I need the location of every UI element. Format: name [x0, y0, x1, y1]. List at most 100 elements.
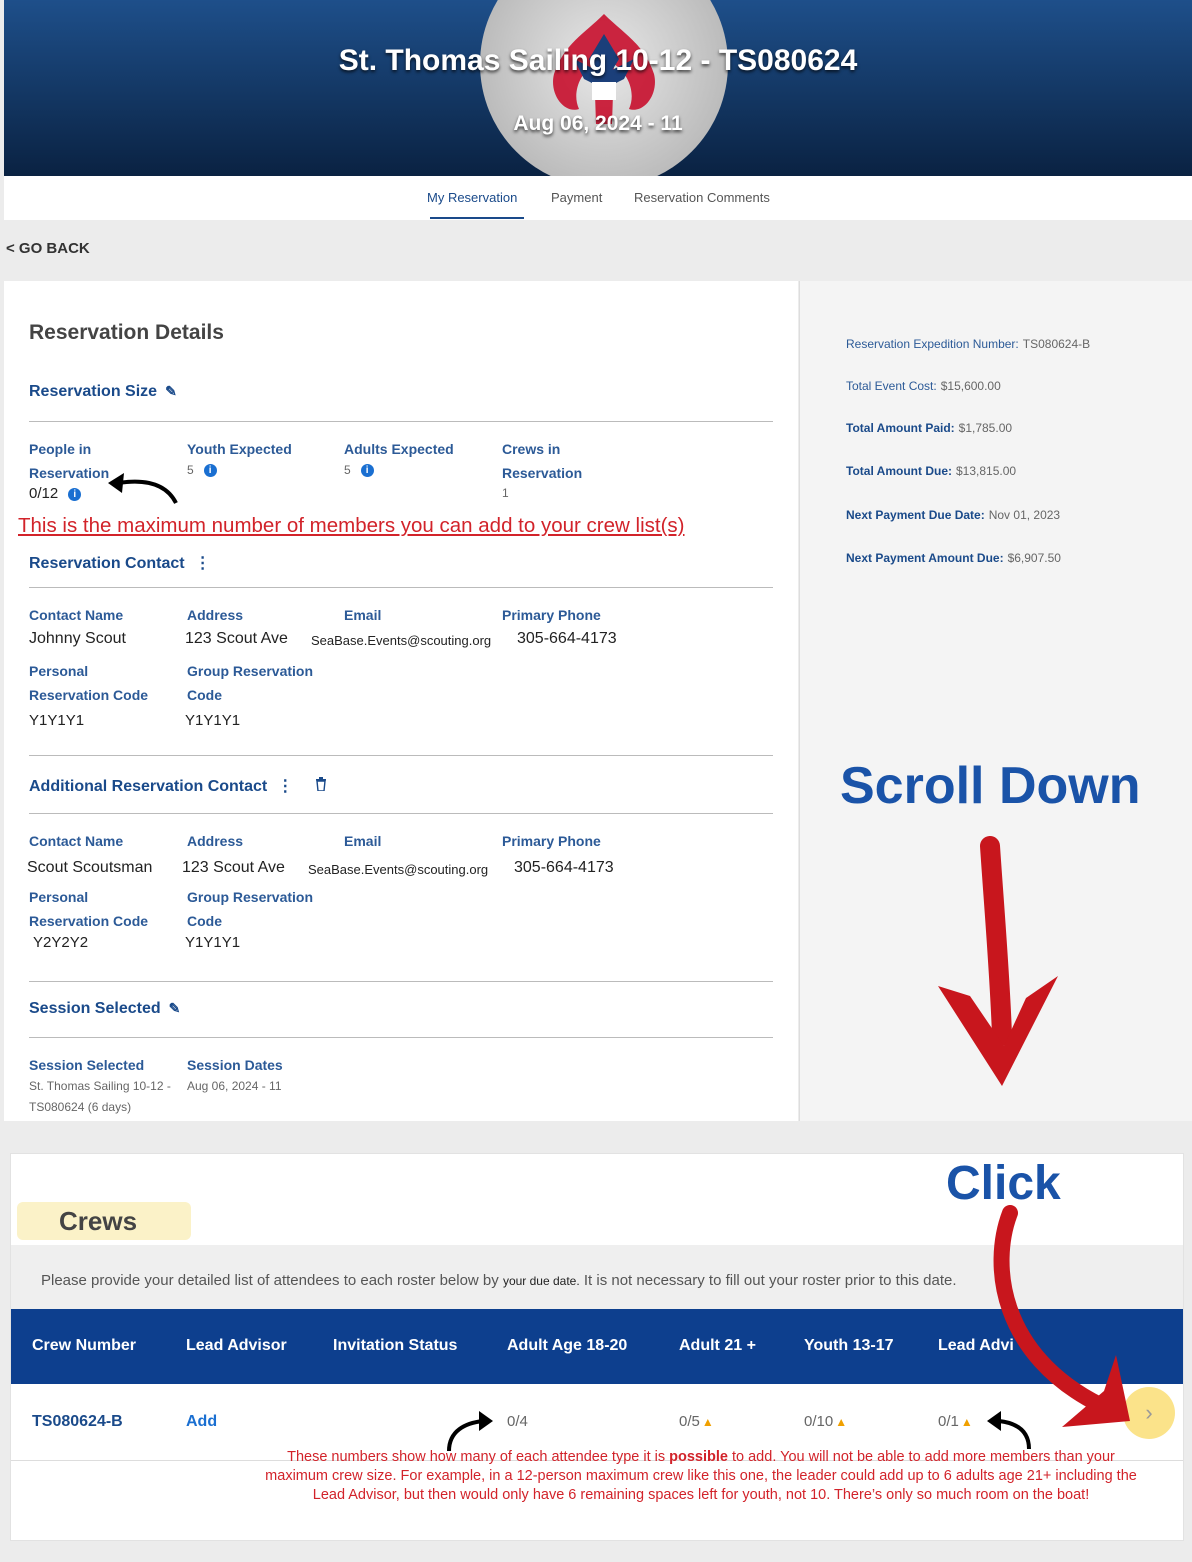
- youth-count: 0/10 ▲: [804, 1413, 847, 1430]
- edit-pencil-icon[interactable]: ✎: [169, 1000, 181, 1017]
- email-label: Email: [344, 607, 382, 623]
- red-curved-arrow-icon: [993, 1205, 1130, 1427]
- primary-phone-value: 305-664-4173: [517, 630, 617, 647]
- additional-contact-label: Additional Reservation Contact: [29, 778, 268, 795]
- address-label: Address: [187, 833, 244, 849]
- primary-phone-value: 305-664-4173: [514, 859, 614, 876]
- expedition-number: Reservation Expedition Number: TS080624-B: [846, 337, 1090, 351]
- next-payment-date-label: Next Payment Due Date:: [846, 508, 985, 522]
- contact-name-value: Johnny Scout: [29, 630, 126, 647]
- address-label: Address: [187, 607, 244, 623]
- additional-contact-heading: Additional Reservation Contact ⋮: [29, 776, 327, 796]
- primary-phone-label: Primary Phone: [502, 607, 601, 623]
- divider: [29, 813, 773, 814]
- personal-code-value: Y1Y1Y1: [29, 712, 85, 729]
- crews-note-part1: Please provide your detailed list of att…: [41, 1272, 499, 1289]
- contact-name-value: Scout Scoutsman: [27, 859, 153, 876]
- divider: [29, 421, 773, 422]
- total-event-cost-value: $15,600.00: [940, 379, 1001, 393]
- adults-expected-label: Adults Expected: [344, 441, 454, 457]
- more-options-icon[interactable]: ⋮: [195, 553, 211, 573]
- crew-size-annotation: These numbers show how many of each atte…: [261, 1448, 1141, 1505]
- expedition-number-value: TS080624-B: [1022, 337, 1091, 351]
- adults-count: 5: [344, 463, 351, 477]
- adult-21-value: 0/5: [679, 1413, 700, 1430]
- red-down-arrow-icon: [938, 836, 1058, 1086]
- total-amount-due-label: Total Amount Due:: [846, 464, 952, 478]
- contact-name-label: Contact Name: [29, 833, 124, 849]
- group-code-value: Y1Y1Y1: [185, 934, 241, 951]
- reservation-details-title: Reservation Details: [29, 321, 224, 344]
- divider: [29, 587, 773, 588]
- crews-note-part2: It is not necessary to fill out your ros…: [583, 1272, 957, 1289]
- total-amount-due: Total Amount Due: $13,815.00: [846, 464, 1016, 478]
- group-code-value: Y1Y1Y1: [185, 712, 241, 729]
- total-amount-paid-value: $1,785.00: [958, 421, 1013, 435]
- curved-arrow-icon: [108, 473, 178, 504]
- tab-bar: My Reservation Payment Reservation Comme…: [4, 176, 1192, 220]
- email-label: Email: [344, 833, 382, 849]
- reservation-contact-heading: Reservation Contact ⋮: [29, 553, 211, 573]
- next-payment-amount: Next Payment Amount Due: $6,907.50: [846, 551, 1061, 565]
- info-icon[interactable]: i: [203, 464, 217, 478]
- youth-count: 5: [187, 463, 194, 477]
- crews-note-due: your due date.: [502, 1274, 580, 1288]
- more-options-icon[interactable]: ⋮: [277, 776, 293, 796]
- people-count: 0/12: [29, 485, 59, 502]
- go-back-link[interactable]: < GO BACK: [6, 240, 90, 257]
- tab-reservation-comments[interactable]: Reservation Comments: [634, 190, 770, 205]
- adult-18-20-count: 0/4: [507, 1413, 528, 1430]
- reservation-details-panel: Reservation Details Reservation Size ✎ Pe…: [4, 281, 798, 1121]
- total-event-cost-label: Total Event Cost:: [846, 379, 937, 393]
- col-crew-number: Crew Number: [32, 1337, 137, 1354]
- group-code-label: Group Reservation Code: [187, 889, 314, 929]
- info-icon[interactable]: i: [68, 487, 82, 501]
- next-payment-date-value: Nov 01, 2023: [988, 508, 1061, 522]
- add-lead-advisor-link[interactable]: Add: [186, 1413, 217, 1431]
- primary-phone-label: Primary Phone: [502, 833, 601, 849]
- personal-code-label: Personal Reservation Code: [29, 663, 149, 703]
- reservation-contact-label: Reservation Contact: [29, 555, 185, 572]
- info-icon[interactable]: i: [360, 464, 374, 478]
- event-banner: St. Thomas Sailing 10-12 - TS080624 Aug …: [4, 0, 1192, 176]
- session-selected-label: Session Selected: [29, 1000, 161, 1017]
- total-amount-paid: Total Amount Paid: $1,785.00: [846, 421, 1012, 435]
- tab-my-reservation[interactable]: My Reservation: [427, 190, 517, 205]
- email-value: SeaBase.Events@scouting.org: [311, 633, 492, 648]
- crew-number-link[interactable]: TS080624-B: [32, 1413, 123, 1431]
- next-payment-amount-label: Next Payment Amount Due:: [846, 551, 1004, 565]
- tab-payment[interactable]: Payment: [551, 190, 602, 205]
- col-adult-18-20: Adult Age 18-20: [507, 1337, 628, 1354]
- next-payment-date: Next Payment Due Date: Nov 01, 2023: [846, 508, 1060, 522]
- reservation-size-label: Reservation Size: [29, 383, 158, 400]
- crews-in-reservation-value: 1: [502, 486, 509, 500]
- crews-title: Crews: [17, 1202, 191, 1240]
- divider: [29, 755, 773, 756]
- next-payment-amount-value: $6,907.50: [1007, 551, 1061, 565]
- session-selected-value: St. Thomas Sailing 10-12 - TS080624 (6 d…: [29, 1079, 171, 1114]
- warning-icon: ▲: [701, 1415, 714, 1429]
- youth-expected-value: 5i: [187, 460, 217, 481]
- scroll-down-annotation: Scroll Down: [840, 757, 1141, 815]
- reservation-size-heading: Reservation Size ✎: [29, 383, 177, 401]
- click-annotation: Click: [946, 1157, 1061, 1210]
- active-tab-indicator: [430, 217, 524, 219]
- warning-icon: ▲: [960, 1415, 973, 1429]
- address-value: 123 Scout Ave: [182, 859, 285, 876]
- people-in-reservation-value: 0/12 i: [29, 485, 82, 502]
- event-dates: Aug 06, 2024 - 11: [513, 112, 683, 135]
- edit-pencil-icon[interactable]: ✎: [165, 383, 177, 400]
- divider: [29, 981, 773, 982]
- col-invitation-status: Invitation Status: [333, 1337, 458, 1354]
- youth-value: 0/10: [804, 1413, 834, 1430]
- warning-icon: ▲: [835, 1415, 848, 1429]
- session-selected-field-label: Session Selected: [29, 1057, 145, 1073]
- crews-note: Please provide your detailed list of att…: [41, 1272, 957, 1289]
- lead-advisor-value: 0/1: [938, 1413, 959, 1430]
- crew-note-part1: These numbers show how many of each atte…: [287, 1449, 666, 1465]
- personal-code-value: Y2Y2Y2: [33, 934, 89, 951]
- trash-icon[interactable]: [315, 777, 327, 796]
- adult-21-count: 0/5 ▲: [679, 1413, 714, 1430]
- divider: [29, 1037, 773, 1038]
- total-event-cost: Total Event Cost: $15,600.00: [846, 379, 1001, 393]
